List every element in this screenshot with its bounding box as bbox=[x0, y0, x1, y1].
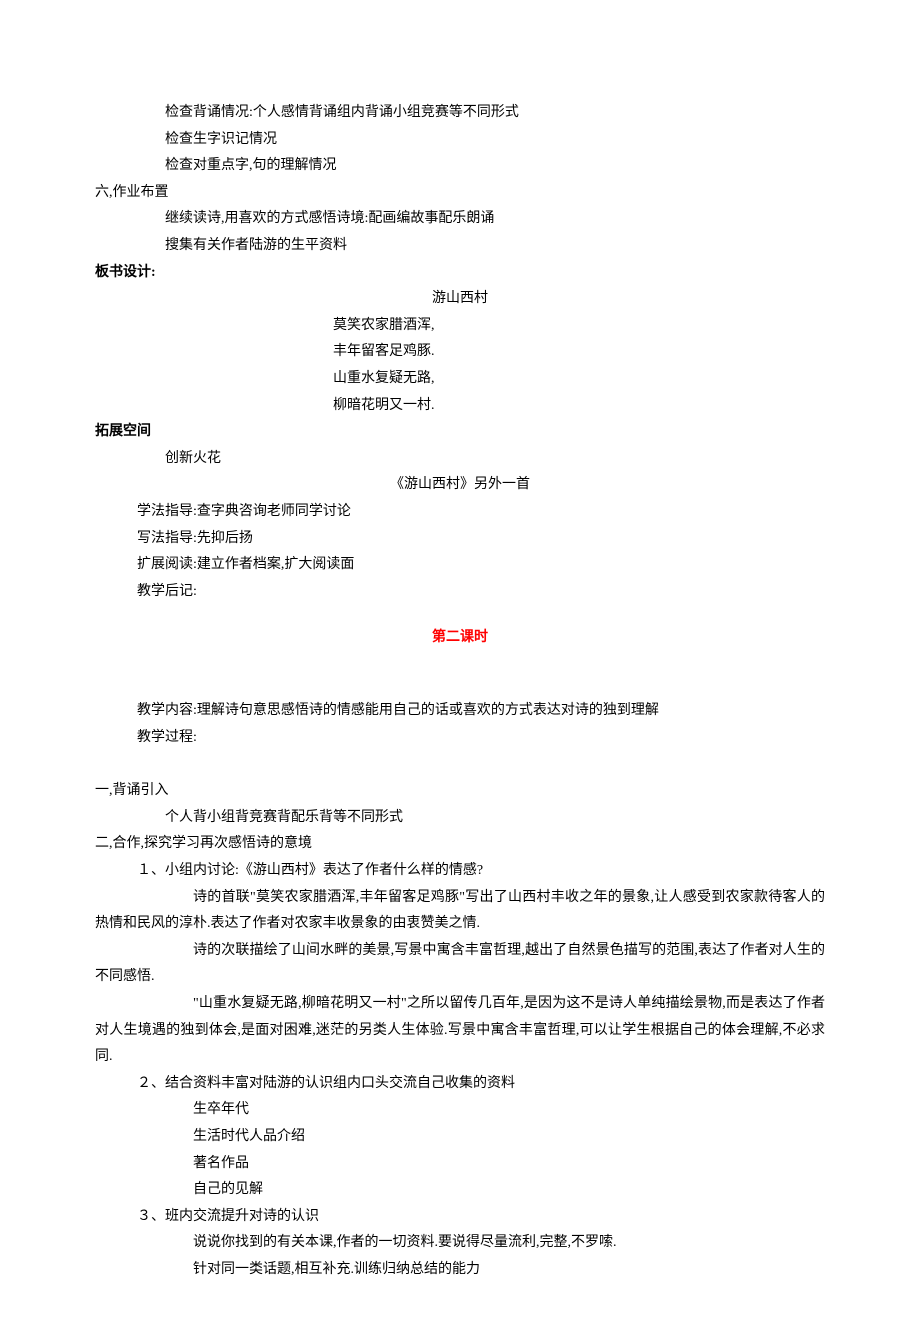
text-line: 说说你找到的有关本课,作者的一切资料.要说得尽量流利,完整,不罗嗦. bbox=[95, 1230, 825, 1257]
poem-line: 丰年留客足鸡豚. bbox=[95, 339, 825, 366]
text-line: 生活时代人品介绍 bbox=[95, 1124, 825, 1151]
paragraph: 诗的首联"莫笑农家腊酒浑,丰年留客足鸡豚"写出了山西村丰收之年的景象,让人感受到… bbox=[95, 885, 825, 938]
subtitle-another-poem: 《游山西村》另外一首 bbox=[95, 472, 825, 499]
heading-lesson-2: 第二课时 bbox=[95, 625, 825, 652]
poem-line: 柳暗花明又一村. bbox=[95, 393, 825, 420]
text-line: 六,作业布置 bbox=[95, 180, 825, 207]
poem-line: 莫笑农家腊酒浑, bbox=[95, 313, 825, 340]
text-line: 检查生字识记情况 bbox=[95, 127, 825, 154]
text-line: 写法指导:先抑后扬 bbox=[95, 526, 825, 553]
text-line: 继续读诗,用喜欢的方式感悟诗境:配画编故事配乐朗诵 bbox=[95, 206, 825, 233]
paragraph: "山重水复疑无路,柳暗花明又一村"之所以留传几百年,是因为这不是诗人单纯描绘景物… bbox=[95, 991, 825, 1071]
text-line: ２、结合资料丰富对陆游的认识组内口头交流自己收集的资料 bbox=[95, 1071, 825, 1098]
text-line: 二,合作,探究学习再次感悟诗的意境 bbox=[95, 831, 825, 858]
heading-board-design: 板书设计: bbox=[95, 260, 825, 287]
text-line: 教学过程: bbox=[95, 725, 825, 752]
text-line: 生卒年代 bbox=[95, 1097, 825, 1124]
poem-title: 游山西村 bbox=[95, 286, 825, 313]
poem-line: 山重水复疑无路, bbox=[95, 366, 825, 393]
text-line: 自己的见解 bbox=[95, 1177, 825, 1204]
text-line: １、小组内讨论:《游山西村》表达了作者什么样的情感? bbox=[95, 858, 825, 885]
text-line: 著名作品 bbox=[95, 1151, 825, 1178]
text-line: 检查背诵情况:个人感情背诵组内背诵小组竞赛等不同形式 bbox=[95, 100, 825, 127]
text-line: 学法指导:查字典咨询老师同学讨论 bbox=[95, 499, 825, 526]
paragraph: 诗的次联描绘了山间水畔的美景,写景中寓含丰富哲理,越出了自然景色描写的范围,表达… bbox=[95, 938, 825, 991]
spacer bbox=[95, 672, 825, 699]
text-line: 扩展阅读:建立作者档案,扩大阅读面 bbox=[95, 552, 825, 579]
text-line: ３、班内交流提升对诗的认识 bbox=[95, 1204, 825, 1231]
text-line: 检查对重点字,句的理解情况 bbox=[95, 153, 825, 180]
text-line: 创新火花 bbox=[95, 446, 825, 473]
text-line: 教学后记: bbox=[95, 579, 825, 606]
text-line: 一,背诵引入 bbox=[95, 778, 825, 805]
spacer bbox=[95, 752, 825, 779]
text-line: 针对同一类话题,相互补充.训练归纳总结的能力 bbox=[95, 1257, 825, 1284]
heading-expand: 拓展空间 bbox=[95, 419, 825, 446]
text-line: 搜集有关作者陆游的生平资料 bbox=[95, 233, 825, 260]
text-line: 个人背小组背竞赛背配乐背等不同形式 bbox=[95, 805, 825, 832]
text-line: 教学内容:理解诗句意思感悟诗的情感能用自己的话或喜欢的方式表达对诗的独到理解 bbox=[95, 698, 825, 725]
